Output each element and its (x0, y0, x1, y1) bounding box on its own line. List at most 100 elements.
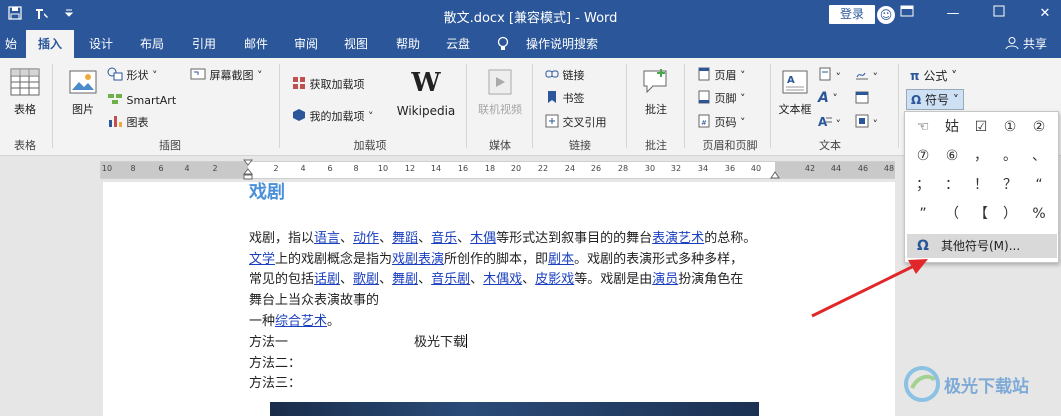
maximize-icon[interactable] (984, 3, 1014, 25)
textbox-icon: A (781, 70, 809, 99)
cross-reference-label: 交叉引用 (562, 116, 607, 129)
cross-reference-button[interactable]: 交叉引用 (545, 114, 607, 130)
customize-qat-icon[interactable] (64, 8, 74, 22)
comment-label: 批注 (645, 103, 667, 116)
symbol-cell[interactable]: 【 (968, 202, 994, 226)
symbol-cell[interactable]: （ (939, 202, 965, 226)
tab-mailings[interactable]: 邮件 (232, 30, 280, 58)
horizontal-ruler[interactable]: 10 8 6 4 2 2 4 6 8 10 12 14 16 18 20 22 24 26 28 30 32 34 36 40… (100, 159, 895, 182)
symbol-cell[interactable]: ① (997, 115, 1023, 139)
video-icon (486, 69, 514, 99)
symbol-cell[interactable]: ） (997, 202, 1023, 226)
tab-home[interactable]: 始 (0, 30, 22, 58)
equation-button[interactable]: π 公式 ˅ (910, 67, 957, 84)
textbox-button[interactable]: A 文本框 (775, 68, 815, 117)
page-number-button[interactable]: # 页码 ˅ (697, 114, 746, 130)
symbol-cell[interactable]: ② (1026, 115, 1052, 139)
group-tables-label: 表格 (14, 139, 36, 152)
ruler-tick: 40 (750, 164, 762, 173)
tab-help[interactable]: 帮助 (384, 30, 432, 58)
tab-layout[interactable]: 布局 (128, 30, 176, 58)
share-label: 共享 (1022, 37, 1047, 51)
method-1-line: 方法一 极光下载 (249, 334, 468, 350)
symbol-cell[interactable]: ， (968, 144, 994, 168)
symbol-cell[interactable]: ⑥ (939, 144, 965, 168)
ruler-tick: 32 (670, 164, 682, 173)
group-illustrations-label: 插图 (159, 139, 181, 152)
symbol-cell[interactable]: % (1026, 202, 1052, 226)
signature-line-button[interactable]: ˅ (855, 67, 878, 84)
symbol-cell[interactable]: ！ (968, 173, 994, 197)
wordart-button[interactable]: A ˅ (818, 90, 838, 106)
my-addins-label: 我的加载项 (309, 110, 365, 123)
comment-button[interactable]: 批注 (636, 68, 676, 117)
right-indent-marker-icon[interactable] (770, 168, 780, 182)
save-icon[interactable] (8, 6, 22, 23)
quick-parts-icon (818, 67, 832, 84)
login-button[interactable]: 登录 (829, 5, 875, 24)
online-video-button[interactable]: 联机视频 (472, 68, 528, 117)
symbol-cell[interactable]: ？ (997, 173, 1023, 197)
dropcap-icon: A (818, 115, 832, 131)
get-addins-button[interactable]: 获取加载项 (292, 76, 365, 92)
screenshot-button[interactable]: 屏幕截图 ˅ (190, 67, 263, 83)
tab-view[interactable]: 视图 (332, 30, 380, 58)
document-image[interactable] (270, 402, 759, 416)
document-page[interactable]: 戏剧 戏剧，指以语言、动作、舞蹈、音乐、木偶等形式达到叙事目的的舞台表演艺术的总… (103, 182, 895, 416)
page-number-label: 页码 (714, 116, 737, 129)
header-label: 页眉 (714, 69, 737, 82)
symbol-cell[interactable]: ☑ (968, 115, 994, 139)
ribbon-display-icon[interactable] (892, 3, 922, 25)
quick-parts-button[interactable]: ˅ (818, 67, 841, 84)
header-icon (697, 67, 711, 82)
close-icon[interactable]: ✕ (1030, 3, 1060, 25)
symbol-cell[interactable]: ： (939, 173, 965, 197)
ruler-tick: 8 (353, 164, 359, 173)
header-button[interactable]: 页眉 ˅ (697, 67, 746, 83)
symbol-cell[interactable]: ☜ (910, 115, 936, 139)
equation-label: 公式 (923, 69, 948, 83)
date-time-button[interactable] (855, 90, 869, 107)
shapes-button[interactable]: 形状 ˅ (107, 67, 158, 83)
ruler-tick: 30 (644, 164, 656, 173)
text-cursor (466, 334, 468, 348)
object-button[interactable]: ˅ (855, 114, 878, 131)
symbol-cell[interactable]: “ (1026, 173, 1052, 197)
dropcap-button[interactable]: A ˅ (818, 114, 841, 131)
share-button[interactable]: 共享 (1005, 30, 1047, 58)
symbol-cell[interactable]: 。 (997, 144, 1023, 168)
picture-icon (69, 70, 97, 99)
wikipedia-button[interactable]: W Wikipedia (393, 68, 459, 118)
tab-review[interactable]: 审阅 (282, 30, 330, 58)
smartart-button[interactable]: SmartArt (107, 92, 176, 107)
link-button[interactable]: 链接 (545, 67, 585, 83)
table-button[interactable]: 表格 (8, 68, 42, 117)
tab-insert[interactable]: 插入 (26, 30, 74, 58)
tab-search[interactable]: 操作说明搜索 (496, 30, 606, 58)
watermark-logo: 极光下载站 (900, 360, 1060, 410)
ruler-tick: 44 (830, 164, 842, 173)
picture-button[interactable]: 图片 (66, 68, 100, 117)
symbol-cell[interactable]: 、 (1026, 144, 1052, 168)
symbol-cell[interactable]: ⑦ (910, 144, 936, 168)
symbol-cell[interactable]: ” (910, 202, 936, 226)
symbol-cell[interactable]: ； (910, 173, 936, 197)
touch-mode-icon[interactable] (34, 6, 50, 25)
chart-button[interactable]: 图表 (107, 114, 149, 130)
bookmark-button[interactable]: 书签 (545, 90, 585, 106)
svg-text:A: A (787, 75, 795, 86)
tab-design[interactable]: 设计 (78, 30, 124, 58)
red-arrow-annotation (811, 259, 928, 318)
signature-icon (855, 71, 869, 84)
tab-cloud[interactable]: 云盘 (434, 30, 482, 58)
minimize-icon[interactable]: — (938, 3, 968, 25)
my-addins-button[interactable]: 我的加载项 ˅ (292, 108, 374, 124)
footer-button[interactable]: 页脚 ˅ (697, 90, 746, 106)
symbol-cell[interactable]: 姑 (939, 115, 965, 139)
tab-references[interactable]: 引用 (180, 30, 228, 58)
title-bar: 散文.docx [兼容模式] - Word 登录 ☺ — ✕ (0, 0, 1061, 30)
omega-icon: Ω (911, 93, 922, 107)
group-comments-label: 批注 (645, 139, 667, 152)
ribbon-tabs: 始 插入 设计 布局 引用 邮件 审阅 视图 帮助 云盘 操作说明搜索 共享 (0, 30, 1061, 58)
symbol-button[interactable]: Ω 符号 ˅ (906, 89, 964, 110)
